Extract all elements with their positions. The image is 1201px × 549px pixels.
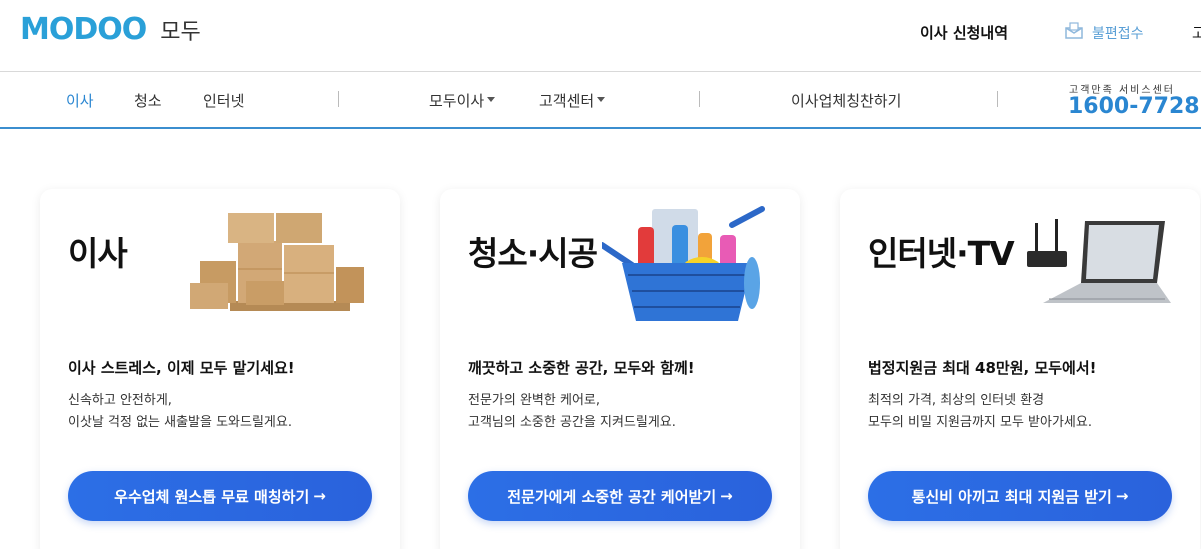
card-internet: 인터넷·TV 법정지원금 최대 48만원, 모두에서! 최적의 가격, 최상의 …	[840, 189, 1200, 549]
arrow-right-icon: →	[1115, 487, 1129, 505]
cleaning-basket-illustration-icon	[602, 206, 765, 321]
complaint-label: 불편접수	[1092, 26, 1144, 42]
nav-moving[interactable]: 이사	[66, 90, 94, 111]
nav-divider	[699, 91, 700, 107]
nav-cleaning[interactable]: 청소	[134, 90, 162, 111]
nav-modoo-moving-label: 모두이사	[429, 92, 485, 110]
card-headline: 깨끗하고 소중한 공간, 모두와 함께!	[468, 359, 695, 377]
card-desc-line: 전문가의 완벽한 케어로,	[468, 393, 600, 408]
chevron-down-icon	[487, 97, 496, 102]
chevron-down-icon	[597, 97, 606, 102]
nav-customer-center[interactable]: 고객센터	[539, 90, 606, 111]
card-description: 전문가의 완벽한 케어로, 고객님의 소중한 공간을 지켜드릴게요.	[468, 390, 676, 434]
card-cleaning: 청소·시공 깨끗하고 소중한 공간, 모두와 함께! 전문가의 완벽한 케어로,…	[440, 189, 800, 549]
card-title: 인터넷·TV	[868, 234, 1015, 273]
boxes-illustration-icon	[190, 213, 364, 311]
card-desc-line: 이삿날 걱정 없는 새출발을 도와드릴게요.	[68, 415, 292, 430]
card-headline: 법정지원금 최대 48만원, 모두에서!	[868, 359, 1097, 377]
nav-divider	[338, 91, 339, 107]
card-desc-line: 신속하고 안전하게,	[68, 393, 172, 408]
match-movers-button[interactable]: 우수업체 원스톱 무료 매칭하기 →	[68, 471, 372, 521]
card-desc-line: 모두의 비밀 지원금까지 모두 받아가세요.	[868, 415, 1092, 430]
apply-history-link[interactable]: 이사 신청내역	[920, 22, 1008, 43]
card-headline: 이사 스트레스, 이제 모두 맡기세요!	[68, 359, 295, 377]
mail-icon	[1064, 21, 1084, 45]
max-subsidy-button[interactable]: 통신비 아끼고 최대 지원금 받기 →	[868, 471, 1172, 521]
logo[interactable]: MODOO 모두	[20, 12, 201, 47]
logo-subtitle: 모두	[160, 19, 201, 45]
nav-modoo-moving[interactable]: 모두이사	[429, 90, 496, 111]
arrow-right-icon: →	[720, 487, 733, 505]
button-label: 우수업체 원스톱 무료 매칭하기	[114, 487, 310, 506]
card-moving: 이사 이사 스트레스, 이제 모두 맡기세요! 신속하고 안전하게, 이삿날 걱…	[40, 189, 400, 549]
complaint-link[interactable]: 불편접수	[1064, 21, 1144, 45]
card-description: 신속하고 안전하게, 이삿날 걱정 없는 새출발을 도와드릴게요.	[68, 390, 292, 434]
cleaning-care-button[interactable]: 전문가에게 소중한 공간 케어받기 →	[468, 471, 772, 521]
nav-internet[interactable]: 인터넷	[203, 90, 244, 111]
button-label: 전문가에게 소중한 공간 케어받기	[507, 487, 717, 506]
card-title: 청소·시공	[468, 234, 598, 273]
cut-off-menu-text[interactable]: 고	[1192, 22, 1201, 43]
arrow-right-icon: →	[313, 487, 326, 505]
main-nav: 이사 청소 인터넷 모두이사 고객센터 이사업체칭찬하기 고객만족 서비스센터 …	[0, 72, 1201, 129]
top-header: MODOO 모두 이사 신청내역 불편접수 고	[0, 0, 1201, 72]
nav-customer-center-label: 고객센터	[539, 92, 595, 110]
router-laptop-illustration-icon	[1027, 219, 1171, 303]
card-desc-line: 고객님의 소중한 공간을 지켜드릴게요.	[468, 415, 676, 430]
nav-divider	[997, 91, 998, 107]
card-desc-line: 최적의 가격, 최상의 인터넷 환경	[868, 393, 1045, 408]
nav-praise[interactable]: 이사업체칭찬하기	[791, 90, 901, 111]
service-phone[interactable]: 1600-7728	[1068, 94, 1200, 119]
card-title: 이사	[68, 234, 128, 273]
button-label: 통신비 아끼고 최대 지원금 받기	[911, 487, 1112, 506]
card-description: 최적의 가격, 최상의 인터넷 환경 모두의 비밀 지원금까지 모두 받아가세요…	[868, 390, 1092, 434]
logo-text: MODOO	[20, 12, 147, 47]
